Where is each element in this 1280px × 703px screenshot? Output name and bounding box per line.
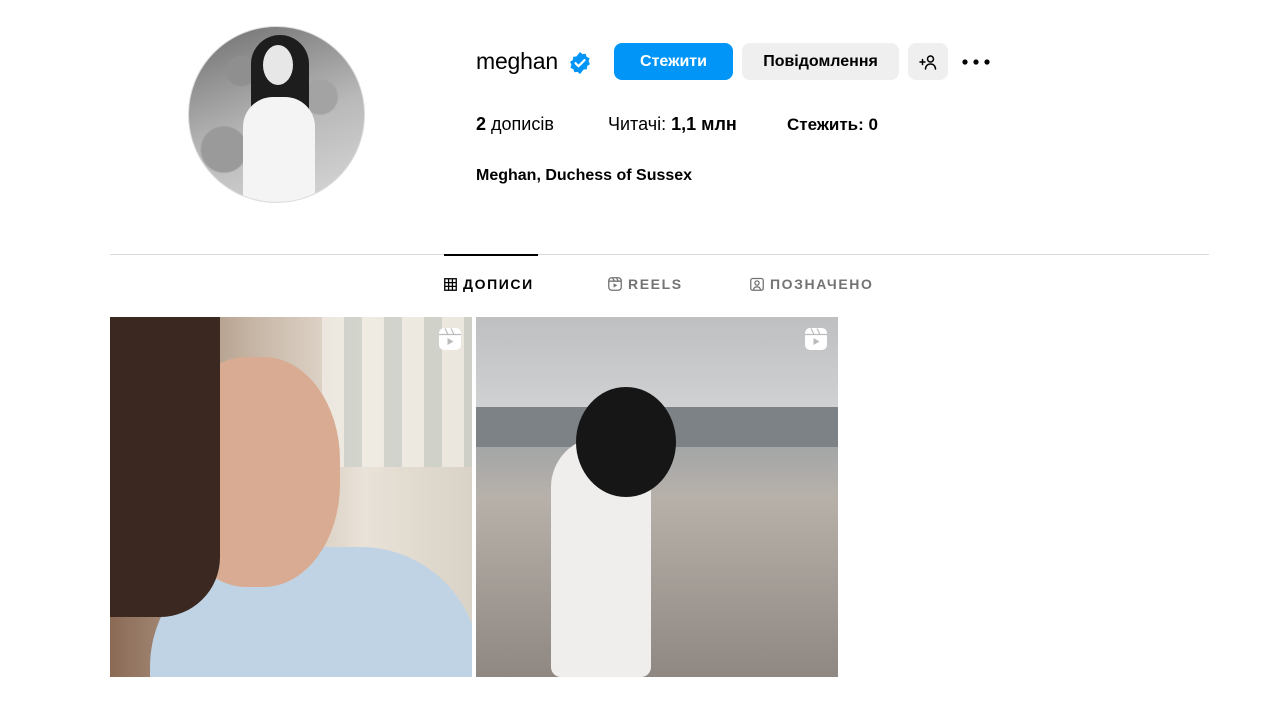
tab-tagged[interactable]: ПОЗНАЧЕНО xyxy=(750,276,873,292)
tagged-icon xyxy=(750,277,764,291)
profile-avatar[interactable] xyxy=(188,26,365,203)
tabs-divider xyxy=(110,254,1209,255)
followers-stat[interactable]: Читачі: 1,1 млн xyxy=(608,114,737,135)
tab-reels[interactable]: REELS xyxy=(608,276,683,292)
posts-count: 2 xyxy=(476,114,487,134)
avatar-face xyxy=(263,45,293,85)
active-tab-indicator xyxy=(444,254,538,256)
following-stat[interactable]: Стежить: 0 xyxy=(787,115,878,135)
post-thumbnail[interactable] xyxy=(110,317,472,677)
reel-icon xyxy=(439,328,461,350)
follow-button[interactable]: Стежити xyxy=(614,43,733,80)
avatar-dress xyxy=(243,97,315,202)
followers-label: Читачі: xyxy=(608,114,667,134)
message-button[interactable]: Повідомлення xyxy=(742,43,899,80)
following-label: Стежить: xyxy=(787,115,864,134)
post-hair xyxy=(576,387,676,497)
grid-icon xyxy=(444,277,457,291)
posts-label: дописів xyxy=(491,114,554,134)
more-dots-icon xyxy=(962,59,990,65)
posts-count-stat: 2 дописів xyxy=(476,114,554,135)
more-options-button[interactable] xyxy=(958,45,994,79)
tab-posts-label: ДОПИСИ xyxy=(463,276,534,292)
reels-icon xyxy=(608,277,622,291)
verified-badge-icon xyxy=(570,52,590,74)
suggested-accounts-button[interactable] xyxy=(908,43,948,80)
profile-display-name: Meghan, Duchess of Sussex xyxy=(476,167,693,184)
tab-tagged-label: ПОЗНАЧЕНО xyxy=(770,276,874,292)
reel-icon xyxy=(805,328,827,350)
post-thumbnail[interactable] xyxy=(476,317,838,677)
post-hair xyxy=(110,317,220,617)
following-count: 0 xyxy=(868,115,878,134)
profile-username: meghan xyxy=(476,48,558,74)
tab-reels-label: REELS xyxy=(628,276,683,292)
tab-posts[interactable]: ДОПИСИ xyxy=(444,276,534,292)
followers-count: 1,1 млн xyxy=(671,114,737,134)
add-person-icon xyxy=(919,54,937,70)
